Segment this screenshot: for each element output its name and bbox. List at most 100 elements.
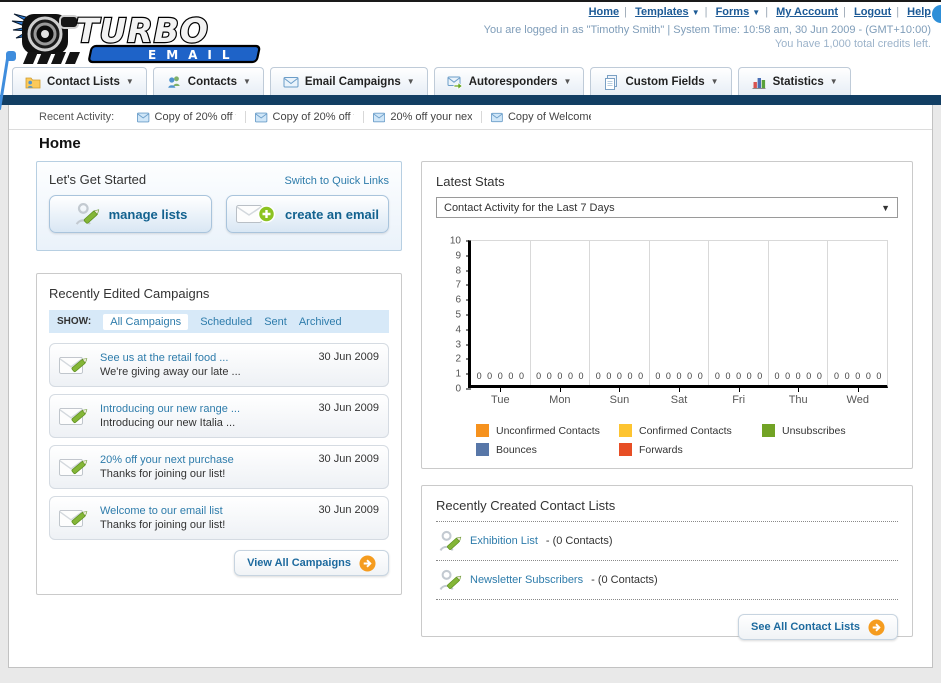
nav-separator: | [765, 6, 769, 18]
nav-separator: | [624, 6, 628, 18]
recent-activity-item-label: Copy of 20% off yo [154, 111, 237, 123]
nav-link-templates[interactable]: Templates [635, 6, 689, 18]
y-axis-tick: 9 [455, 250, 471, 261]
contact-list-link[interactable]: Exhibition List [470, 535, 538, 547]
arrow-right-icon [359, 554, 376, 572]
y-axis-tick: 4 [455, 324, 471, 335]
legend-swatch [619, 424, 632, 437]
nav-link-forms[interactable]: Forms [716, 6, 750, 18]
recent-activity-item[interactable]: Copy of 20% off yo [128, 111, 247, 123]
x-axis-label: Fri [732, 394, 746, 406]
autoresponders-icon [447, 76, 463, 90]
show-label: SHOW: [57, 316, 92, 327]
campaign-filter-bar: SHOW: All Campaigns Scheduled Sent Archi… [49, 310, 389, 333]
switch-to-quick-links[interactable]: Switch to Quick Links [284, 175, 389, 187]
envelope-pencil-icon [59, 459, 88, 476]
chevron-down-icon: ▼ [710, 77, 719, 86]
nav-link-my-account[interactable]: My Account [776, 6, 838, 18]
campaign-date: 30 Jun 2009 [318, 504, 379, 516]
login-info-text: You are logged in as "Timothy Smith" | S… [483, 24, 931, 36]
y-axis-tick: 5 [455, 310, 471, 321]
y-axis-tick: 7 [455, 280, 471, 291]
campaigns-heading: Recently Edited Campaigns [49, 286, 210, 301]
recent-activity-item[interactable]: Copy of Welcome to [482, 111, 600, 123]
get-started-heading: Let's Get Started [49, 172, 147, 187]
help-bubble-icon[interactable] [932, 5, 941, 23]
tab-label: Email Campaigns [304, 75, 401, 88]
manage-lists-button[interactable]: manage lists [49, 195, 212, 233]
legend-item: Confirmed Contacts [619, 424, 762, 437]
see-all-contact-lists-button[interactable]: See All Contact Lists [737, 614, 898, 640]
contact-lists-icon [25, 77, 41, 88]
main-nav-tabs: Contact Lists ▼ Contacts ▼ Email Campaigns… [12, 67, 851, 95]
nav-separator: | [704, 6, 708, 18]
tab-contact-lists[interactable]: Contact Lists ▼ [12, 67, 147, 95]
chevron-down-icon: ▼ [125, 77, 134, 86]
tab-custom-fields[interactable]: Custom Fields ▼ [590, 67, 732, 95]
chevron-down-icon: ▼ [752, 8, 761, 17]
tab-label: Contacts [187, 75, 237, 88]
campaign-title-link[interactable]: See us at the retail food ... [100, 351, 309, 365]
envelope-icon [491, 112, 503, 122]
custom-fields-icon [605, 74, 618, 90]
contact-list-count: - (0 Contacts) [591, 574, 658, 586]
recent-activity-item-label: Copy of 20% off yo [272, 111, 355, 123]
recent-activity-item[interactable]: 20% off your next p [364, 111, 483, 123]
chevron-down-icon: ▼ [829, 77, 838, 86]
campaign-title-link[interactable]: Introducing our new range ... [100, 402, 309, 416]
filter-scheduled[interactable]: Scheduled [200, 316, 252, 328]
envelope-icon [373, 112, 386, 122]
arrow-right-icon [868, 618, 885, 636]
view-all-campaigns-button[interactable]: View All Campaigns [234, 550, 389, 576]
y-axis-tick: 8 [455, 265, 471, 276]
contact-lists-heading: Recently Created Contact Lists [436, 498, 898, 522]
recent-activity-item-label: 20% off your next p [390, 111, 473, 123]
tab-statistics[interactable]: Statistics ▼ [737, 67, 851, 95]
filter-archived[interactable]: Archived [299, 316, 342, 328]
nav-link-logout[interactable]: Logout [854, 6, 891, 18]
recent-activity-item[interactable]: Copy of 20% off yo [246, 111, 365, 123]
campaign-item[interactable]: Introducing our new range ... Introducing… [49, 394, 389, 438]
create-email-button[interactable]: create an email [226, 195, 389, 233]
nav-separator: | [896, 6, 900, 18]
chevron-down-icon: ▼ [563, 77, 572, 86]
nav-link-help[interactable]: Help [907, 6, 931, 18]
data-labels-row: 00000 [714, 371, 763, 381]
nav-link-home[interactable]: Home [589, 6, 620, 18]
campaign-title-link[interactable]: 20% off your next purchase [100, 453, 309, 467]
tab-email-campaigns[interactable]: Email Campaigns ▼ [269, 67, 428, 95]
tab-autoresponders[interactable]: Autoresponders ▼ [433, 67, 585, 95]
x-axis-label: Sat [670, 394, 688, 406]
campaign-item[interactable]: 20% off your next purchase Thanks for joi… [49, 445, 389, 489]
campaign-date: 30 Jun 2009 [318, 351, 379, 363]
tab-label: Custom Fields [625, 75, 705, 88]
statistics-icon [752, 77, 766, 89]
campaign-title-link[interactable]: Welcome to our email list [100, 504, 309, 518]
filter-sent[interactable]: Sent [264, 316, 287, 328]
contact-activity-chart: 10 9 8 7 6 5 4 3 2 1 0 0 0 0 0 0 Tue 0 0 0 0 0 Mon 0 0 0 0 0 Sun 0 0 0 0… [450, 236, 888, 406]
stats-period-value: Contact Activity for the Last 7 Days [444, 201, 615, 214]
x-axis-label: Thu [788, 394, 808, 406]
filter-all-campaigns[interactable]: All Campaigns [103, 313, 189, 330]
legend-item: Unsubscribes [762, 424, 905, 437]
contact-list-item[interactable]: Newsletter Subscribers - (0 Contacts) [436, 561, 898, 600]
envelope-pencil-icon [59, 357, 88, 374]
recently-created-contact-lists-panel: Recently Created Contact Lists Exhibitio… [421, 485, 913, 640]
app-window: TURBO EMAIL Home | Templates ▼ | Forms ▼ | … [0, 0, 941, 683]
envelope-plus-icon [236, 205, 276, 223]
y-axis-tick: 3 [455, 339, 471, 350]
chart-day-group: 0 0 0 0 0 Sat [650, 241, 710, 406]
legend-swatch [476, 424, 489, 437]
chart-day-group: 0 0 0 0 0 Wed [828, 241, 887, 406]
campaign-item[interactable]: Welcome to our email list Thanks for join… [49, 496, 389, 540]
contact-list-link[interactable]: Newsletter Subscribers [470, 574, 583, 586]
create-email-label: create an email [285, 206, 379, 222]
campaign-date: 30 Jun 2009 [318, 402, 379, 414]
chart-day-group: 0 0 0 0 0 Sun [590, 241, 650, 406]
stats-period-select[interactable]: Contact Activity for the Last 7 Days ▼ [436, 197, 898, 218]
legend-item: Forwards [619, 443, 762, 456]
navy-divider-bar [0, 95, 941, 105]
contact-list-item[interactable]: Exhibition List - (0 Contacts) [436, 522, 898, 561]
tab-contacts[interactable]: Contacts ▼ [152, 67, 264, 95]
campaign-item[interactable]: See us at the retail food ... We're givin… [49, 343, 389, 387]
